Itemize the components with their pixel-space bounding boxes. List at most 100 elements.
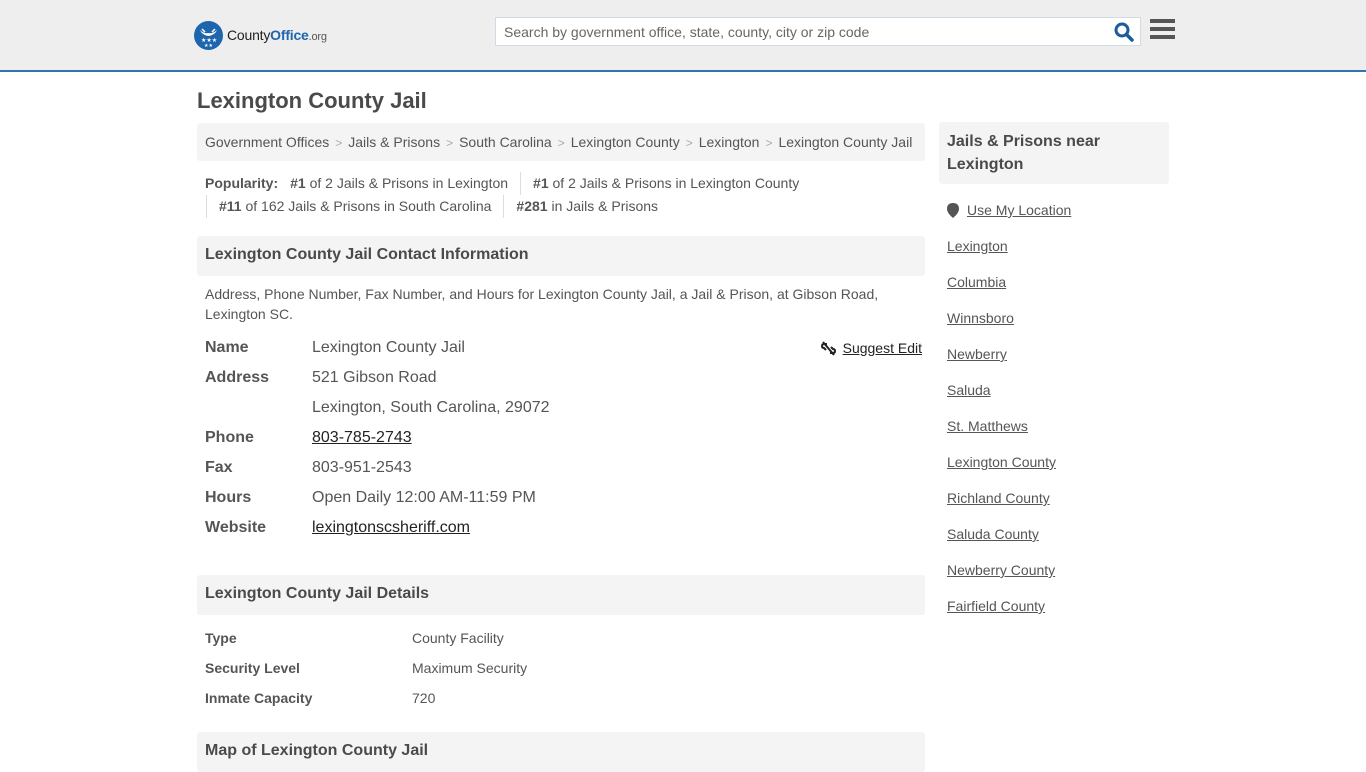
broken-link-icon <box>820 340 836 356</box>
website-link[interactable]: lexingtonscsheriff.com <box>312 519 470 536</box>
nearby-list-item: Columbia <box>947 264 1071 300</box>
contact-label: Fax <box>205 459 233 476</box>
search-icon <box>1114 22 1134 42</box>
details-value: County Facility <box>412 630 504 646</box>
hamburger-menu-icon-bar <box>1150 19 1175 23</box>
breadcrumb-separator-icon: > <box>335 136 343 150</box>
breadcrumb-separator-icon: > <box>557 136 565 150</box>
contact-section-heading: Lexington County Jail Contact Informatio… <box>197 236 925 276</box>
logo-text-org: .org <box>308 31 327 43</box>
nearby-list-item: Lexington <box>947 228 1071 264</box>
contact-row-address-cont: Lexington, South Carolina, 29072 <box>205 393 925 423</box>
nearby-link[interactable]: Saluda <box>947 382 991 398</box>
nearby-link[interactable]: Newberry County <box>947 562 1055 578</box>
details-table: Type County Facility Security Level Maxi… <box>205 623 925 713</box>
breadcrumb: Government Offices > Jails & Prisons > South… <box>197 123 925 161</box>
contact-row-address: Address 521 Gibson Road <box>205 363 925 393</box>
map-pin-icon <box>947 202 959 218</box>
popularity-rankings: Popularity: #1 of 2 Jails & Prisons in L… <box>205 172 925 218</box>
contact-label: Website <box>205 519 267 536</box>
logo-text-county: County <box>227 27 271 43</box>
nearby-list-item: Lexington County <box>947 444 1071 480</box>
popularity-item: #1 of 2 Jails & Prisons in Lexington <box>290 172 520 195</box>
contact-row-phone: Phone 803-785-2743 <box>205 423 925 453</box>
details-label: Inmate Capacity <box>205 690 313 706</box>
contact-label: Hours <box>205 489 252 506</box>
popularity-rank: #281 <box>516 198 548 214</box>
details-row: Security Level Maximum Security <box>205 653 925 683</box>
contact-description: Address, Phone Number, Fax Number, and H… <box>205 286 879 322</box>
eagle-stars-badge-icon: ★★★ ★★ <box>194 20 223 50</box>
contact-value-fax: 803-951-2543 <box>312 459 412 476</box>
contact-label: Address <box>205 369 270 386</box>
contact-row-hours: Hours Open Daily 12:00 AM-11:59 PM <box>205 483 925 513</box>
nearby-list-item: Newberry <box>947 336 1071 372</box>
nearby-link[interactable]: Newberry <box>947 346 1007 362</box>
contact-value-address-line1: 521 Gibson Road <box>312 369 437 386</box>
contact-label: Name <box>205 339 249 356</box>
nearby-link[interactable]: St. Matthews <box>947 418 1028 434</box>
contact-info-table: Suggest Edit Name Lexington County Jail … <box>205 333 925 543</box>
hamburger-menu-button[interactable] <box>1150 19 1175 41</box>
suggest-edit-button[interactable]: Suggest Edit <box>820 340 922 356</box>
details-value: 720 <box>412 690 436 706</box>
logo-text-office: Office <box>270 27 309 43</box>
popularity-rank: #1 <box>290 175 306 191</box>
popularity-text: of 2 Jails & Prisons in Lexington <box>305 175 509 191</box>
search-box <box>495 17 1141 46</box>
contact-value-hours: Open Daily 12:00 AM-11:59 PM <box>312 489 536 506</box>
popularity-text: of 2 Jails & Prisons in Lexington County <box>548 175 800 191</box>
nearby-link[interactable]: Columbia <box>947 274 1006 290</box>
suggest-edit-link[interactable]: Suggest Edit <box>843 340 922 356</box>
breadcrumb-item[interactable]: Jails & Prisons <box>348 134 440 150</box>
details-label: Type <box>205 630 237 646</box>
page-title: Lexington County Jail <box>197 88 427 113</box>
breadcrumb-item[interactable]: Government Offices <box>205 134 329 150</box>
nearby-list-item: Fairfield County <box>947 588 1071 624</box>
nearby-list-item: Saluda County <box>947 516 1071 552</box>
svg-text:★★: ★★ <box>204 43 213 49</box>
popularity-item: #11 of 162 Jails & Prisons in South Caro… <box>206 195 503 218</box>
nearby-list: Use My Location Lexington Columbia Winns… <box>947 192 1071 624</box>
sidebar-heading: Jails & Prisons near Lexington <box>939 122 1169 184</box>
nearby-list-item: Richland County <box>947 480 1071 516</box>
breadcrumb-separator-icon: > <box>685 136 693 150</box>
search-input[interactable] <box>496 18 1096 45</box>
details-section-heading: Lexington County Jail Details <box>197 575 925 615</box>
popularity-text: in Jails & Prisons <box>547 198 659 214</box>
logo-text: CountyOffice.org <box>227 27 327 43</box>
details-label: Security Level <box>205 660 300 676</box>
nearby-link[interactable]: Richland County <box>947 490 1050 506</box>
contact-value-address-line2: Lexington, South Carolina, 29072 <box>312 399 550 416</box>
nearby-link[interactable]: Lexington County <box>947 454 1056 470</box>
nearby-link[interactable]: Lexington <box>947 238 1008 254</box>
phone-link[interactable]: 803-785-2743 <box>312 429 412 446</box>
contact-value-name: Lexington County Jail <box>312 339 465 356</box>
popularity-text: of 162 Jails & Prisons in South Carolina <box>241 198 492 214</box>
search-button[interactable] <box>1114 22 1134 42</box>
nearby-list-item: Saluda <box>947 372 1071 408</box>
details-value: Maximum Security <box>412 660 528 676</box>
contact-row-name: Name Lexington County Jail <box>205 333 925 363</box>
hamburger-menu-icon-bar <box>1150 27 1175 31</box>
details-row: Inmate Capacity 720 <box>205 683 925 713</box>
site-logo[interactable]: ★★★ ★★ CountyOffice.org <box>194 20 327 50</box>
top-header: ★★★ ★★ CountyOffice.org <box>0 0 1366 72</box>
breadcrumb-item[interactable]: Lexington County <box>571 134 680 150</box>
nearby-link[interactable]: Winnsboro <box>947 310 1014 326</box>
breadcrumb-item[interactable]: South Carolina <box>459 134 552 150</box>
nearby-link[interactable]: Fairfield County <box>947 598 1045 614</box>
use-my-location-link[interactable]: Use My Location <box>967 202 1071 218</box>
contact-row-website: Website lexingtonscsheriff.com <box>205 513 925 543</box>
popularity-item: #281 in Jails & Prisons <box>503 195 670 218</box>
popularity-item: #1 of 2 Jails & Prisons in Lexington Cou… <box>520 172 811 195</box>
hamburger-menu-icon-bar <box>1150 35 1175 39</box>
details-row: Type County Facility <box>205 623 925 653</box>
nearby-list-item: Winnsboro <box>947 300 1071 336</box>
breadcrumb-separator-icon: > <box>765 136 773 150</box>
use-my-location-item[interactable]: Use My Location <box>947 192 1071 228</box>
breadcrumb-item[interactable]: Lexington <box>699 134 760 150</box>
popularity-rank: #1 <box>533 175 549 191</box>
popularity-label: Popularity: <box>205 175 279 191</box>
nearby-link[interactable]: Saluda County <box>947 526 1039 542</box>
